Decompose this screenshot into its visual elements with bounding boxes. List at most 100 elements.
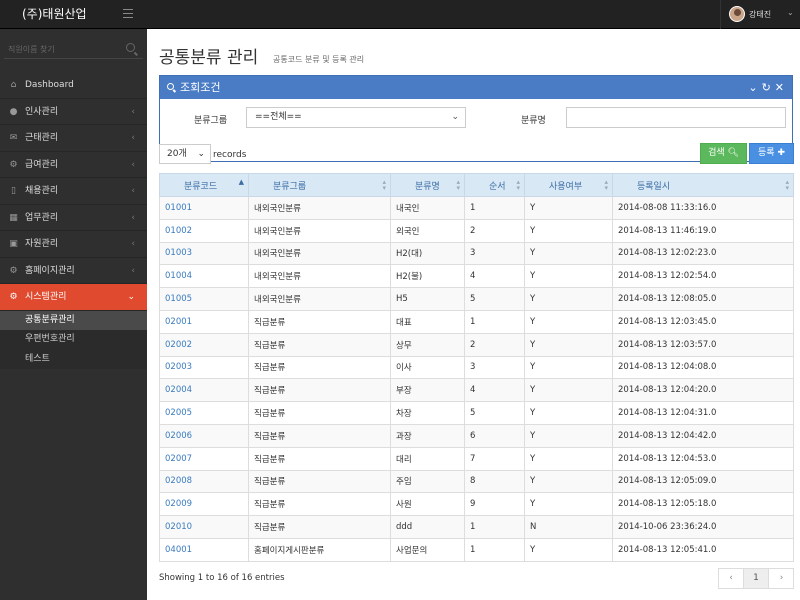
code-link[interactable]: 02001 [165, 317, 192, 327]
briefcase-icon: ▣ [9, 239, 18, 249]
table-cell: 내외국인분류 [248, 218, 391, 243]
page-title: 공통분류 관리 [159, 48, 259, 68]
main-content: 공통분류 관리 공통코드 분류 및 등록 관리 조회조건 ⌄↻✕ 분류그룹 ==… [147, 29, 800, 600]
table-cell: 직급분류 [248, 423, 391, 448]
code-link[interactable]: 02009 [165, 499, 192, 509]
sort-asc-icon: ▲ [238, 178, 244, 186]
table-cell: 직급분류 [248, 492, 391, 517]
table-cell: 02001 [159, 309, 249, 334]
sidebar-item-3[interactable]: ⚙ 급여관리 ‹ [0, 152, 147, 178]
panel-body: 분류그룹 ==전체== ⌄ 분류명 [160, 99, 792, 161]
column-header-label: 순서 [489, 181, 506, 192]
search-icon [167, 83, 174, 90]
table-cell: 02004 [159, 378, 249, 403]
sidebar-item-0[interactable]: ⌂ Dashboard [0, 72, 147, 99]
table-row: 01001 내외국인분류 내국인 1 Y 2014-08-08 11:33:16.0 [159, 196, 794, 220]
table-cell: 대표 [390, 309, 465, 334]
table-cell: 내외국인분류 [248, 196, 391, 220]
column-header-label: 사용여부 [549, 181, 583, 192]
code-link[interactable]: 01001 [165, 203, 192, 213]
table-cell: 2014-08-13 12:08:05.0 [612, 287, 794, 311]
sidebar-item-label: 업무관리 [25, 212, 59, 223]
sidebar-item-8[interactable]: ⚙ 시스템관리 ⌄ [0, 284, 153, 311]
table-cell: 02007 [159, 446, 249, 471]
sidebar-item-6[interactable]: ▣ 자원관리 ‹ [0, 231, 147, 258]
next-page-button[interactable]: › [769, 569, 794, 588]
register-button[interactable]: 등록 ✚ [749, 143, 794, 164]
table-cell: 2 [464, 218, 525, 243]
sidebar-item-1[interactable]: ● 인사관리 ‹ [0, 99, 147, 125]
search-button-label: 검색 [708, 148, 725, 158]
code-link[interactable]: 01002 [165, 226, 192, 236]
page-length-select[interactable]: 20개 ⌄ [159, 144, 211, 164]
table-cell: 상무 [390, 332, 465, 357]
chevron-down-icon: ⌄ [127, 292, 135, 302]
page-1-button[interactable]: 1 [744, 569, 769, 588]
sidebar-item-7[interactable]: ⚙ 홈페이지관리 ‹ [0, 258, 147, 284]
group-select[interactable]: ==전체== ⌄ [246, 107, 466, 128]
code-link[interactable]: 01005 [165, 294, 192, 304]
column-header[interactable]: 등록일시 ▴ ▾ [612, 173, 794, 197]
code-link[interactable]: 02004 [165, 385, 192, 395]
sidebar-item-4[interactable]: ▯ 채용관리 ‹ [0, 178, 147, 205]
column-header[interactable]: 분류그룹 ▴ ▾ [248, 173, 391, 197]
column-header[interactable]: 분류코드 ▲ [159, 173, 249, 197]
submenu-item[interactable]: 테스트 [0, 349, 147, 369]
table-cell: 부장 [390, 378, 465, 403]
close-icon[interactable]: ✕ [775, 81, 788, 94]
chevron-down-icon: ⌄ [451, 112, 459, 122]
submenu-item[interactable]: 우편번호관리 [0, 330, 147, 350]
table-cell: Y [524, 423, 613, 448]
refresh-icon[interactable]: ↻ [762, 81, 775, 94]
submenu-item[interactable]: 공통분류관리 [0, 310, 147, 330]
top-navbar: (주)태원산업 강태진 ⌄ [0, 0, 800, 29]
table-cell: 2014-08-13 12:03:57.0 [612, 332, 794, 357]
table-cell: 2014-08-13 12:03:45.0 [612, 309, 794, 334]
table-cell: 1 [464, 196, 525, 220]
sidebar-item-2[interactable]: ✉ 근태관리 ‹ [0, 125, 147, 152]
name-input[interactable] [566, 107, 786, 128]
code-link[interactable]: 02007 [165, 454, 192, 464]
table-row: 01004 내외국인분류 H2(불) 4 Y 2014-08-13 12:02:54.0 [159, 264, 794, 289]
table-cell: Y [524, 492, 613, 517]
user-menu[interactable]: 강태진 ⌄ [720, 0, 800, 29]
employee-search-input[interactable] [4, 39, 114, 59]
table-cell: 1 [464, 515, 525, 539]
code-link[interactable]: 01004 [165, 271, 192, 281]
search-icon[interactable] [126, 43, 135, 52]
column-header[interactable]: 순서 ▴ ▾ [464, 173, 525, 197]
column-header[interactable]: 분류명 ▴ ▾ [390, 173, 465, 197]
table-cell: 사원 [390, 492, 465, 517]
menu-toggle-icon[interactable] [123, 9, 133, 18]
sidebar-item-5[interactable]: ▦ 업무관리 ‹ [0, 205, 147, 231]
code-link[interactable]: 04001 [165, 545, 192, 555]
sidebar-item-label: Dashboard [25, 80, 74, 90]
column-header-label: 분류명 [415, 181, 440, 192]
table-row: 02004 직급분류 부장 4 Y 2014-08-13 12:04:20.0 [159, 378, 794, 403]
table-cell: Y [524, 309, 613, 334]
sort-icon: ▴ ▾ [516, 178, 520, 192]
code-link[interactable]: 02003 [165, 362, 192, 372]
code-link[interactable]: 02008 [165, 476, 192, 486]
table-cell: 2 [464, 332, 525, 357]
prev-page-button[interactable]: ‹ [719, 569, 744, 588]
table-cell: 직급분류 [248, 309, 391, 334]
collapse-icon[interactable]: ⌄ [748, 81, 761, 94]
code-link[interactable]: 02005 [165, 408, 192, 418]
table-cell: 6 [464, 423, 525, 448]
sidebar-item-label: 근태관리 [25, 133, 59, 143]
table-cell: Y [524, 241, 613, 266]
code-link[interactable]: 02006 [165, 431, 192, 441]
code-link[interactable]: 02002 [165, 340, 192, 350]
code-table: 분류코드 ▲ 분류그룹 ▴ ▾ 분류명 ▴ ▾ 순서 ▴ ▾ 사용여부 ▴ ▾ 등록일시 ▴ ▾ 01001 내외… [159, 173, 794, 562]
page-length-value: 20개 [167, 149, 187, 159]
home-icon: ⌂ [10, 80, 17, 90]
table-cell: 과장 [390, 423, 465, 448]
panel-title: 조회조건 [180, 81, 221, 94]
chevron-left-icon: ‹ [131, 239, 135, 249]
column-header[interactable]: 사용여부 ▴ ▾ [524, 173, 613, 197]
table-cell: 04001 [159, 537, 249, 562]
search-button[interactable]: 검색 🔍︎ [700, 143, 747, 164]
code-link[interactable]: 01003 [165, 248, 192, 258]
code-link[interactable]: 02010 [165, 522, 192, 532]
